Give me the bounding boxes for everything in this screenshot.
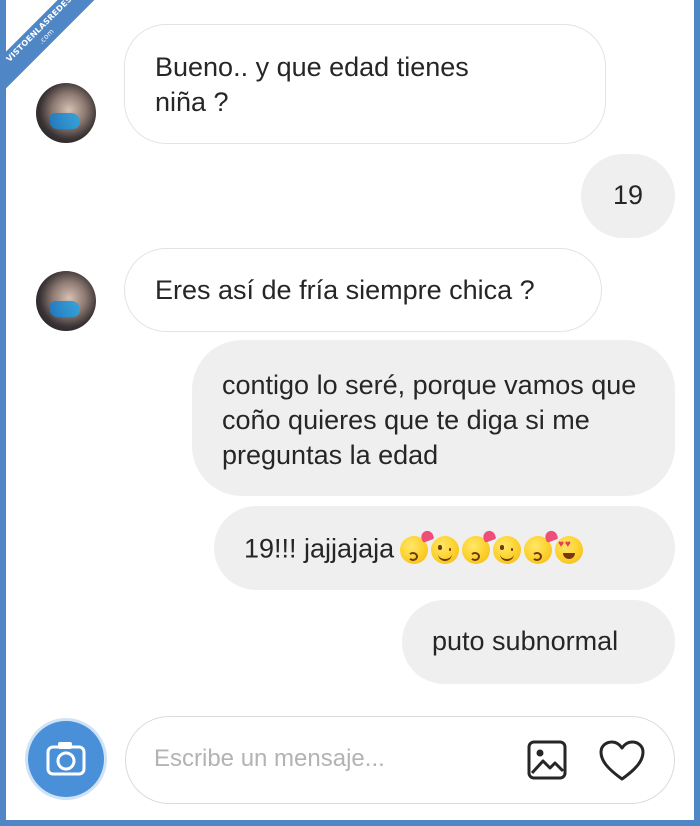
smiling-face-icon xyxy=(431,536,460,565)
message-text: 19 xyxy=(612,180,644,210)
message-text: Eres así de fría siempre chica ? xyxy=(155,275,535,305)
message-text: puto subnormal xyxy=(432,626,619,656)
kissing-face-with-heart-icon xyxy=(462,536,491,565)
camera-icon xyxy=(46,742,86,776)
outgoing-message[interactable]: contigo lo seré, porque vamos que coño q… xyxy=(192,340,675,496)
message-input[interactable]: Escribe un mensaje... xyxy=(154,745,385,773)
message-text: contigo lo seré, porque vamos que coño q… xyxy=(222,370,637,470)
heart-eyes-face-icon xyxy=(555,536,584,565)
message-composer[interactable]: Escribe un mensaje... xyxy=(125,716,675,804)
outgoing-message[interactable]: 19 xyxy=(581,154,675,238)
kissing-face-with-heart-icon xyxy=(524,536,553,565)
message-text: 19!!! jajjajaja xyxy=(244,533,395,564)
image-gallery-icon[interactable] xyxy=(526,739,568,781)
incoming-message[interactable]: Eres así de fría siempre chica ? xyxy=(124,248,602,332)
sender-avatar[interactable] xyxy=(36,83,96,143)
outgoing-message[interactable]: 19!!! jajjajaja xyxy=(214,506,675,590)
sender-avatar[interactable] xyxy=(36,271,96,331)
kissing-face-with-heart-icon xyxy=(400,536,429,565)
heart-icon[interactable] xyxy=(598,739,646,783)
outgoing-message[interactable]: puto subnormal xyxy=(402,600,675,684)
camera-button[interactable] xyxy=(28,721,104,797)
message-text: Bueno.. y que edad tienes niña ? xyxy=(155,52,469,117)
emoji-row xyxy=(400,531,586,566)
winking-face-icon xyxy=(493,536,522,565)
incoming-message[interactable]: Bueno.. y que edad tienes niña ? xyxy=(124,24,606,144)
